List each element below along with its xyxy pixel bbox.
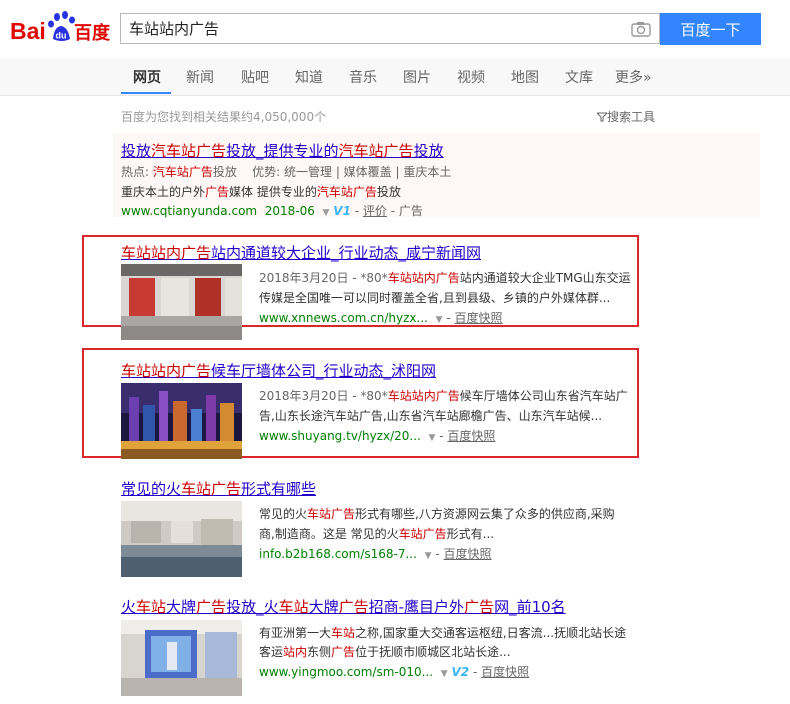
search-input[interactable] — [121, 14, 627, 43]
svg-text:百度: 百度 — [74, 22, 111, 44]
search-tools[interactable]: 搜索工具 — [595, 108, 656, 125]
ad-date: 2018-06 — [264, 204, 315, 218]
ad-tag: - 广告 — [390, 204, 423, 218]
result-url[interactable]: info.b2b168.com/s168-7... — [259, 547, 417, 561]
filter-icon — [595, 112, 609, 122]
ad-url[interactable]: www.cqtianyunda.com — [121, 204, 257, 218]
result-meta: info.b2b168.com/s168-7... ▼ - 百度快照 — [259, 547, 492, 561]
ad-line-2: 重庆本土的户外广告媒体 提供专业的汽车站广告投放 — [121, 185, 401, 199]
ad-rating-link[interactable]: 评价 — [363, 204, 387, 218]
ad-line-1: 热点: 汽车站广告投放 优势: 统一管理 | 媒体覆盖 | 重庆本土 — [121, 165, 452, 179]
result-meta: www.shuyang.tv/hyzx/20... ▼ - 百度快照 — [259, 429, 496, 443]
result-thumbnail[interactable] — [121, 620, 242, 696]
caret-down-icon[interactable]: ▼ — [323, 208, 330, 218]
result-url[interactable]: www.shuyang.tv/hyzx/20... — [259, 429, 421, 443]
svg-text:Bai: Bai — [10, 18, 46, 44]
result-url[interactable]: www.xnnews.com.cn/hyzx... — [259, 311, 428, 325]
header: Bai du 百度 百度一下 — [0, 0, 790, 58]
search-button[interactable]: 百度一下 — [660, 13, 761, 45]
title-text: 投放 — [413, 142, 444, 160]
tab-tieba[interactable]: 贴吧 — [241, 67, 269, 87]
caret-down-icon[interactable]: ▼ — [441, 669, 448, 679]
tab-images[interactable]: 图片 — [403, 67, 431, 87]
result-thumbnail[interactable] — [121, 264, 242, 340]
ad-title-link[interactable]: 投放汽车站广告投放_提供专业的汽车站广告投放 — [121, 140, 444, 161]
tab-more[interactable]: 更多» — [615, 67, 652, 87]
caret-down-icon[interactable]: ▼ — [436, 315, 443, 325]
title-highlight: 汽车站广告 — [338, 142, 414, 160]
result-count: 百度为您找到相关结果约4,050,000个 — [121, 110, 327, 124]
result-snippet-2: 客运站内东侧广告位于抚顺市顺城区北站长途... — [259, 645, 511, 659]
result-thumbnail[interactable] — [121, 501, 242, 577]
camera-icon[interactable] — [631, 21, 651, 37]
baidu-logo[interactable]: Bai du 百度 — [10, 9, 114, 47]
title-text: 投放 — [121, 142, 152, 160]
tab-wenku[interactable]: 文库 — [565, 67, 593, 87]
title-highlight: 汽车站广告 — [151, 142, 227, 160]
search-box — [120, 13, 660, 44]
ad-meta: www.cqtianyunda.com 2018-06 ▼ V1 - 评价 - … — [121, 204, 423, 218]
tab-music[interactable]: 音乐 — [349, 67, 377, 87]
result-snippet-1: 2018年3月20日 - *80*车站站内广告候车厅墙体公司山东省汽车站广 — [259, 389, 628, 403]
snapshot-link[interactable]: 百度快照 — [447, 429, 495, 443]
snapshot-link[interactable]: 百度快照 — [455, 311, 503, 325]
caret-down-icon[interactable]: ▼ — [425, 551, 432, 561]
tab-video[interactable]: 视频 — [457, 67, 485, 87]
result-title-link[interactable]: 火车站大牌广告投放_火车站大牌广告招商-鹰目户外广告网_前10名 — [121, 596, 566, 617]
tab-map[interactable]: 地图 — [511, 67, 539, 87]
result-title-link[interactable]: 车站站内广告站内通道较大企业_行业动态_咸宁新闻网 — [121, 242, 481, 263]
result-snippet-2: 商,制造商。这是 常见的火车站广告形式有... — [259, 527, 495, 541]
tab-news[interactable]: 新闻 — [186, 67, 214, 87]
result-thumbnail[interactable] — [121, 383, 242, 459]
svg-text:du: du — [56, 31, 67, 41]
tab-zhidao[interactable]: 知道 — [295, 67, 323, 87]
title-text: 投放_提供专业的 — [226, 142, 339, 160]
result-snippet-1: 有亚洲第一大车站之称,国家重大交通客运枢纽,日客流...抚顺北站长途 — [259, 626, 627, 640]
result-snippet-1: 2018年3月20日 - *80*车站站内广告站内通道较大企业TMG山东交运 — [259, 271, 631, 285]
snapshot-link[interactable]: 百度快照 — [444, 547, 492, 561]
active-tab-indicator — [121, 92, 171, 94]
result-url[interactable]: www.yingmoo.com/sm-010... — [259, 665, 433, 679]
search-tools-label: 搜索工具 — [607, 110, 656, 124]
v2-badge-icon[interactable]: V2 — [451, 665, 469, 679]
result-meta: www.yingmoo.com/sm-010... ▼ V2 - 百度快照 — [259, 665, 530, 679]
result-meta: www.xnnews.com.cn/hyzx... ▼ - 百度快照 — [259, 311, 503, 325]
result-title-link[interactable]: 车站站内广告候车厅墙体公司_行业动态_沭阳网 — [121, 360, 436, 381]
snapshot-link[interactable]: 百度快照 — [481, 665, 529, 679]
tab-web[interactable]: 网页 — [133, 67, 161, 87]
v1-badge-icon[interactable]: V1 — [333, 204, 351, 218]
result-snippet-1: 常见的火车站广告形式有哪些,八方资源网云集了众多的供应商,采购 — [259, 507, 615, 521]
result-title-link[interactable]: 常见的火车站广告形式有哪些 — [121, 478, 316, 499]
result-snippet-2: 传媒是全国唯一可以同时覆盖全省,且到县级、乡镇的户外媒体群... — [259, 291, 611, 305]
result-snippet-2: 告,山东长途汽车站广告,山东省汽车站廊檐广告、山东汽车站候... — [259, 409, 603, 423]
caret-down-icon[interactable]: ▼ — [428, 433, 435, 443]
nav-bar: 网页 新闻 贴吧 知道 音乐 图片 视频 地图 文库 更多» — [0, 58, 790, 96]
